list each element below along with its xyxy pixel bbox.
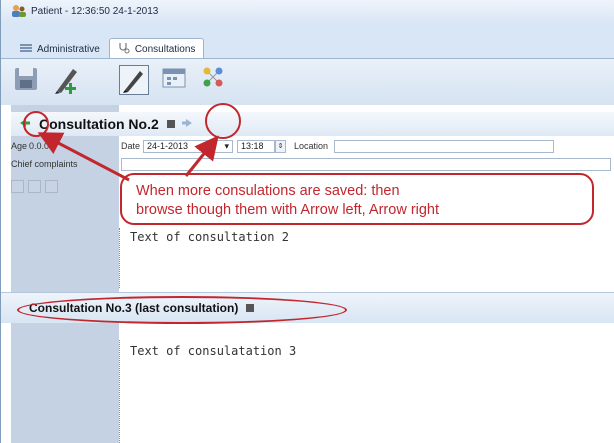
tab-administrative[interactable]: Administrative [11, 38, 109, 59]
callout-line-2: browse though them with Arrow left, Arro… [136, 202, 440, 218]
molecule-icon [201, 67, 227, 94]
consultation-2-meta-row: Age 0.0.0 Date 24-1-2013 ▾ 13:18 ⇕ Locat… [11, 138, 614, 154]
tab-administrative-label: Administrative [37, 43, 100, 55]
arrow-right-icon [181, 118, 193, 131]
chevron-down-icon[interactable]: ▾ [224, 141, 229, 152]
collapse-icon[interactable] [166, 120, 175, 128]
pen-plus-icon [51, 69, 81, 98]
paste-icon[interactable] [45, 180, 58, 193]
consultation-2-title: Consultation No.2 [39, 116, 159, 132]
tab-consultations[interactable]: Consultations [108, 38, 205, 60]
cut-icon[interactable] [28, 180, 41, 193]
date-field[interactable]: 24-1-2013 ▾ [143, 139, 233, 153]
pen-icon [120, 71, 148, 97]
calendar-button[interactable] [161, 65, 191, 95]
calendar-icon [161, 68, 187, 94]
chief-complaints-row: Chief complaints [11, 156, 614, 172]
consultation-3-editor[interactable]: Text of consulatation 3 [119, 340, 614, 443]
chief-complaints-field[interactable] [121, 157, 611, 171]
annotation-circle-left-arrow [23, 111, 49, 137]
chart-button[interactable] [201, 65, 231, 95]
chief-complaints-label: Chief complaints [11, 159, 78, 169]
next-consultation-button[interactable] [179, 117, 195, 131]
time-value: 13:18 [241, 141, 264, 151]
age-label: Age [11, 141, 28, 151]
time-spinner[interactable]: ⇕ [275, 139, 286, 153]
consultation-3-text: Text of consulatation 3 [130, 344, 297, 358]
window-title: Patient - 12:36:50 24-1-2013 [31, 5, 159, 17]
location-label: Location [294, 141, 329, 151]
tab-bar: Administrative Consultations [11, 38, 205, 60]
annotation-circle-right-arrow [205, 103, 241, 139]
new-consultation-button[interactable] [51, 65, 81, 95]
callout-line-1: When more consulations are saved: then [136, 183, 400, 199]
time-field[interactable]: 13:18 [237, 139, 275, 153]
save-button[interactable] [13, 65, 43, 95]
title-bar: Patient - 12:36:50 24-1-2013 [1, 0, 614, 22]
date-label: Date [121, 141, 141, 151]
consultation-2-header: Consultation No.2 [11, 112, 614, 136]
edit-button[interactable] [119, 65, 149, 95]
annotation-oval-last-consultation [17, 296, 347, 324]
stethoscope-icon [118, 42, 130, 57]
age-value: 0.0.0 [29, 141, 50, 151]
copy-icon[interactable] [11, 180, 24, 193]
list-icon [20, 43, 32, 56]
editor-toolbar [11, 180, 58, 193]
floppy-disk-icon [13, 68, 39, 94]
date-value: 24-1-2013 [147, 141, 189, 151]
patient-window: Patient - 12:36:50 24-1-2013 Administrat… [0, 0, 614, 443]
patients-icon [11, 4, 26, 18]
location-field[interactable] [334, 139, 554, 153]
consultation-2-text: Text of consultation 2 [130, 230, 289, 244]
toolbar [1, 59, 614, 105]
tab-consultations-label: Consultations [134, 44, 196, 55]
annotation-callout: When more consulations are saved: then b… [120, 173, 594, 225]
consultation-2-editor[interactable]: Text of consultation 2 [119, 228, 614, 288]
